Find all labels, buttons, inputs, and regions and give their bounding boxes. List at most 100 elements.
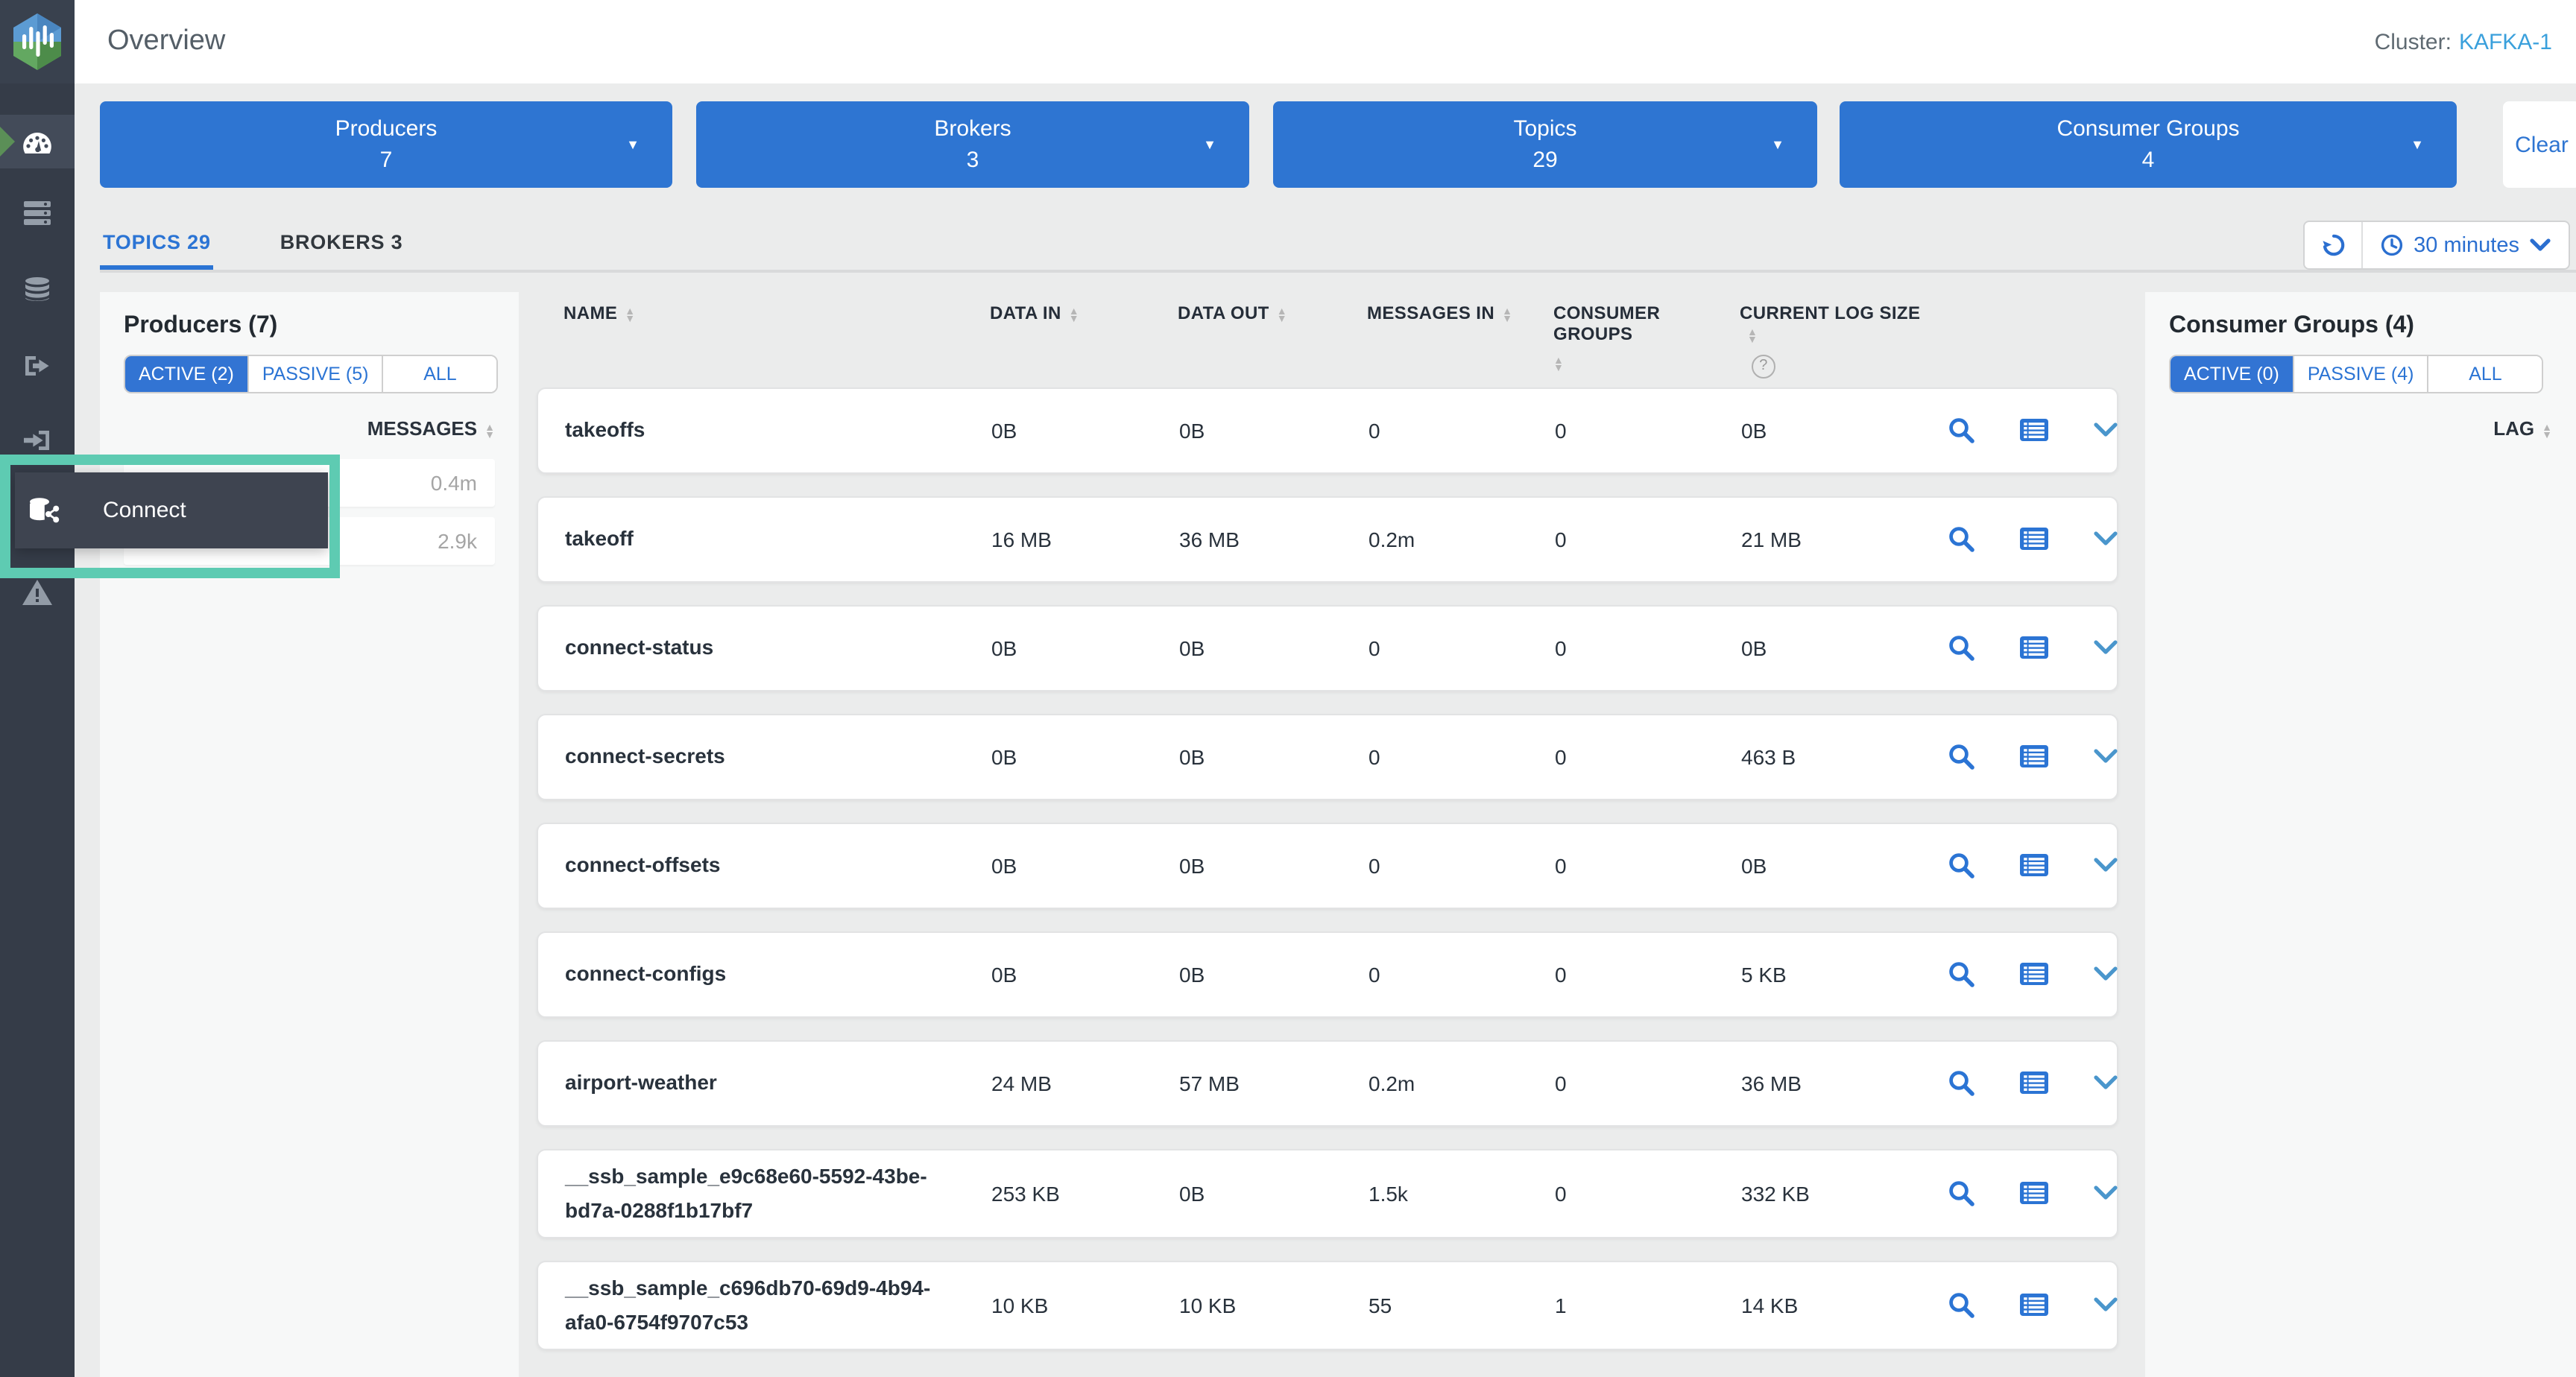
search-icon[interactable] <box>1947 742 1975 770</box>
topic-data-in: 16 MB <box>965 527 1152 551</box>
table-row[interactable]: airport-weather 24 MB 57 MB 0.2m 0 36 MB <box>537 1039 2118 1126</box>
topics-filter-button[interactable]: Topics 29 ▼ <box>1273 101 1817 188</box>
table-row[interactable]: connect-status 0B 0B 0 0 0B <box>537 604 2118 691</box>
column-header-name[interactable]: NAME▲▼ <box>537 303 963 378</box>
topic-data-out: 0B <box>1152 853 1342 877</box>
search-icon[interactable] <box>1947 416 1975 444</box>
refresh-button[interactable] <box>2305 222 2363 268</box>
column-header-current-log-size[interactable]: CURRENT LOG SIZE▲▼ ? <box>1713 303 1928 378</box>
topic-data-out: 0B <box>1152 1181 1342 1205</box>
help-icon[interactable]: ? <box>1752 354 1775 378</box>
topic-log-size: 5 KB <box>1714 962 1929 986</box>
time-range-control: 30 minutes <box>2303 221 2570 270</box>
sidebar-item-overview[interactable] <box>0 115 75 168</box>
topic-data-out: 0B <box>1152 418 1342 442</box>
expand-chevron-down-icon[interactable] <box>2093 748 2118 765</box>
search-icon[interactable] <box>1947 1179 1975 1207</box>
topic-name: connect-secrets <box>538 730 965 782</box>
column-header-data-out[interactable]: DATA OUT▲▼ <box>1151 303 1340 378</box>
table-row[interactable]: connect-configs 0B 0B 0 0 5 KB <box>537 931 2118 1017</box>
topic-consumer-groups: 0 <box>1528 853 1714 877</box>
search-icon[interactable] <box>1947 1069 1975 1097</box>
expand-chevron-down-icon[interactable] <box>2093 531 2118 547</box>
consumer-groups-panel-title: Consumer Groups (4) <box>2169 313 2552 340</box>
data-explorer-table-icon[interactable] <box>2020 636 2048 659</box>
sidebar-item-topics[interactable] <box>0 262 75 316</box>
tab-topics[interactable]: TOPICS 29 <box>100 218 214 270</box>
search-icon[interactable] <box>1947 960 1975 988</box>
topic-log-size: 332 KB <box>1714 1181 1929 1205</box>
topic-data-out: 57 MB <box>1152 1071 1342 1095</box>
producers-filter-passive[interactable]: PASSIVE (5) <box>249 356 384 392</box>
table-row[interactable]: __ssb_sample_c696db70-69d9-4b94-afa0-675… <box>537 1260 2118 1349</box>
table-row[interactable]: takeoff 16 MB 36 MB 0.2m 0 21 MB <box>537 496 2118 582</box>
topic-log-size: 36 MB <box>1714 1071 1929 1095</box>
sidebar-item-alerts[interactable] <box>0 565 75 618</box>
consumer-groups-filter-active[interactable]: ACTIVE (0) <box>2171 356 2294 392</box>
table-row[interactable]: connect-secrets 0B 0B 0 0 463 B <box>537 713 2118 800</box>
producers-filter-button[interactable]: Producers 7 ▼ <box>100 101 672 188</box>
topic-name: __ssb_sample_c696db70-69d9-4b94-afa0-675… <box>538 1262 965 1348</box>
table-row[interactable]: connect-offsets 0B 0B 0 0 0B <box>537 822 2118 908</box>
data-explorer-table-icon[interactable] <box>2020 1182 2048 1204</box>
sidebar-item-brokers[interactable] <box>0 186 75 240</box>
topic-messages-in: 0 <box>1342 853 1528 877</box>
search-icon[interactable] <box>1947 525 1975 553</box>
time-range-dropdown[interactable]: 30 minutes <box>2363 222 2569 268</box>
consumer-groups-filter-all[interactable]: ALL <box>2428 356 2542 392</box>
topic-data-in: 10 KB <box>965 1294 1152 1317</box>
topic-messages-in: 55 <box>1342 1294 1528 1317</box>
consumer-groups-filter-passive[interactable]: PASSIVE (4) <box>2294 356 2429 392</box>
data-explorer-table-icon[interactable] <box>2020 419 2048 441</box>
data-explorer-table-icon[interactable] <box>2020 854 2048 876</box>
data-explorer-table-icon[interactable] <box>2020 745 2048 767</box>
sidebar-item-producers[interactable] <box>0 338 75 392</box>
producers-filter-active[interactable]: ACTIVE (2) <box>125 356 249 392</box>
brokers-filter-count: 3 <box>967 148 979 173</box>
topic-data-out: 0B <box>1152 744 1342 768</box>
expand-chevron-down-icon[interactable] <box>2093 1297 2118 1314</box>
search-icon[interactable] <box>1947 1291 1975 1320</box>
consumer-groups-filter-button[interactable]: Consumer Groups 4 ▼ <box>1840 101 2457 188</box>
column-header-data-in[interactable]: DATA IN▲▼ <box>963 303 1151 378</box>
topic-consumer-groups: 0 <box>1528 1181 1714 1205</box>
producers-messages-header[interactable]: MESSAGES▲▼ <box>124 417 495 440</box>
expand-chevron-down-icon[interactable] <box>2093 857 2118 873</box>
table-row[interactable]: __ssb_sample_e9c68e60-5592-43be-bd7a-028… <box>537 1148 2118 1238</box>
tab-brokers[interactable]: BROKERS 3 <box>277 218 406 265</box>
topic-messages-in: 0 <box>1342 962 1528 986</box>
producers-sign-out-icon <box>24 354 51 376</box>
expand-chevron-down-icon[interactable] <box>2093 1185 2118 1201</box>
sidebar-item-connect[interactable]: Connect <box>15 472 328 548</box>
sort-icon: ▲▼ <box>1553 357 1564 373</box>
topic-messages-in: 0 <box>1342 418 1528 442</box>
expand-chevron-down-icon[interactable] <box>2093 966 2118 982</box>
brokers-servers-icon <box>24 201 51 225</box>
expand-chevron-down-icon[interactable] <box>2093 1074 2118 1091</box>
table-row[interactable]: takeoffs 0B 0B 0 0 0B <box>537 387 2118 473</box>
topic-log-size: 14 KB <box>1714 1294 1929 1317</box>
app-logo[interactable] <box>0 0 75 83</box>
data-explorer-table-icon[interactable] <box>2020 963 2048 985</box>
search-icon[interactable] <box>1947 633 1975 662</box>
expand-chevron-down-icon[interactable] <box>2093 422 2118 438</box>
topic-name: connect-configs <box>538 948 965 1000</box>
connect-database-share-icon <box>28 498 61 523</box>
cluster-name-link[interactable]: KAFKA-1 <box>2459 29 2552 54</box>
data-explorer-table-icon[interactable] <box>2020 1071 2048 1094</box>
column-header-messages-in[interactable]: MESSAGES IN▲▼ <box>1340 303 1527 378</box>
cluster-label: Cluster: <box>2375 29 2452 54</box>
topic-data-in: 24 MB <box>965 1071 1152 1095</box>
producers-filter-all[interactable]: ALL <box>383 356 496 392</box>
brokers-filter-button[interactable]: Brokers 3 ▼ <box>696 101 1249 188</box>
connect-flyout-label: Connect <box>103 498 186 523</box>
data-explorer-table-icon[interactable] <box>2020 1294 2048 1317</box>
data-explorer-table-icon[interactable] <box>2020 528 2048 550</box>
clear-filters-button[interactable]: Clear <box>2503 101 2576 188</box>
consumer-groups-lag-header[interactable]: LAG▲▼ <box>2169 417 2552 440</box>
column-header-consumer-groups[interactable]: CONSUMER GROUPS ▲▼ <box>1527 303 1713 378</box>
sidebar-item-consumers[interactable] <box>0 413 75 466</box>
search-icon[interactable] <box>1947 851 1975 879</box>
expand-chevron-down-icon[interactable] <box>2093 639 2118 656</box>
topic-messages-in: 0.2m <box>1342 1071 1528 1095</box>
